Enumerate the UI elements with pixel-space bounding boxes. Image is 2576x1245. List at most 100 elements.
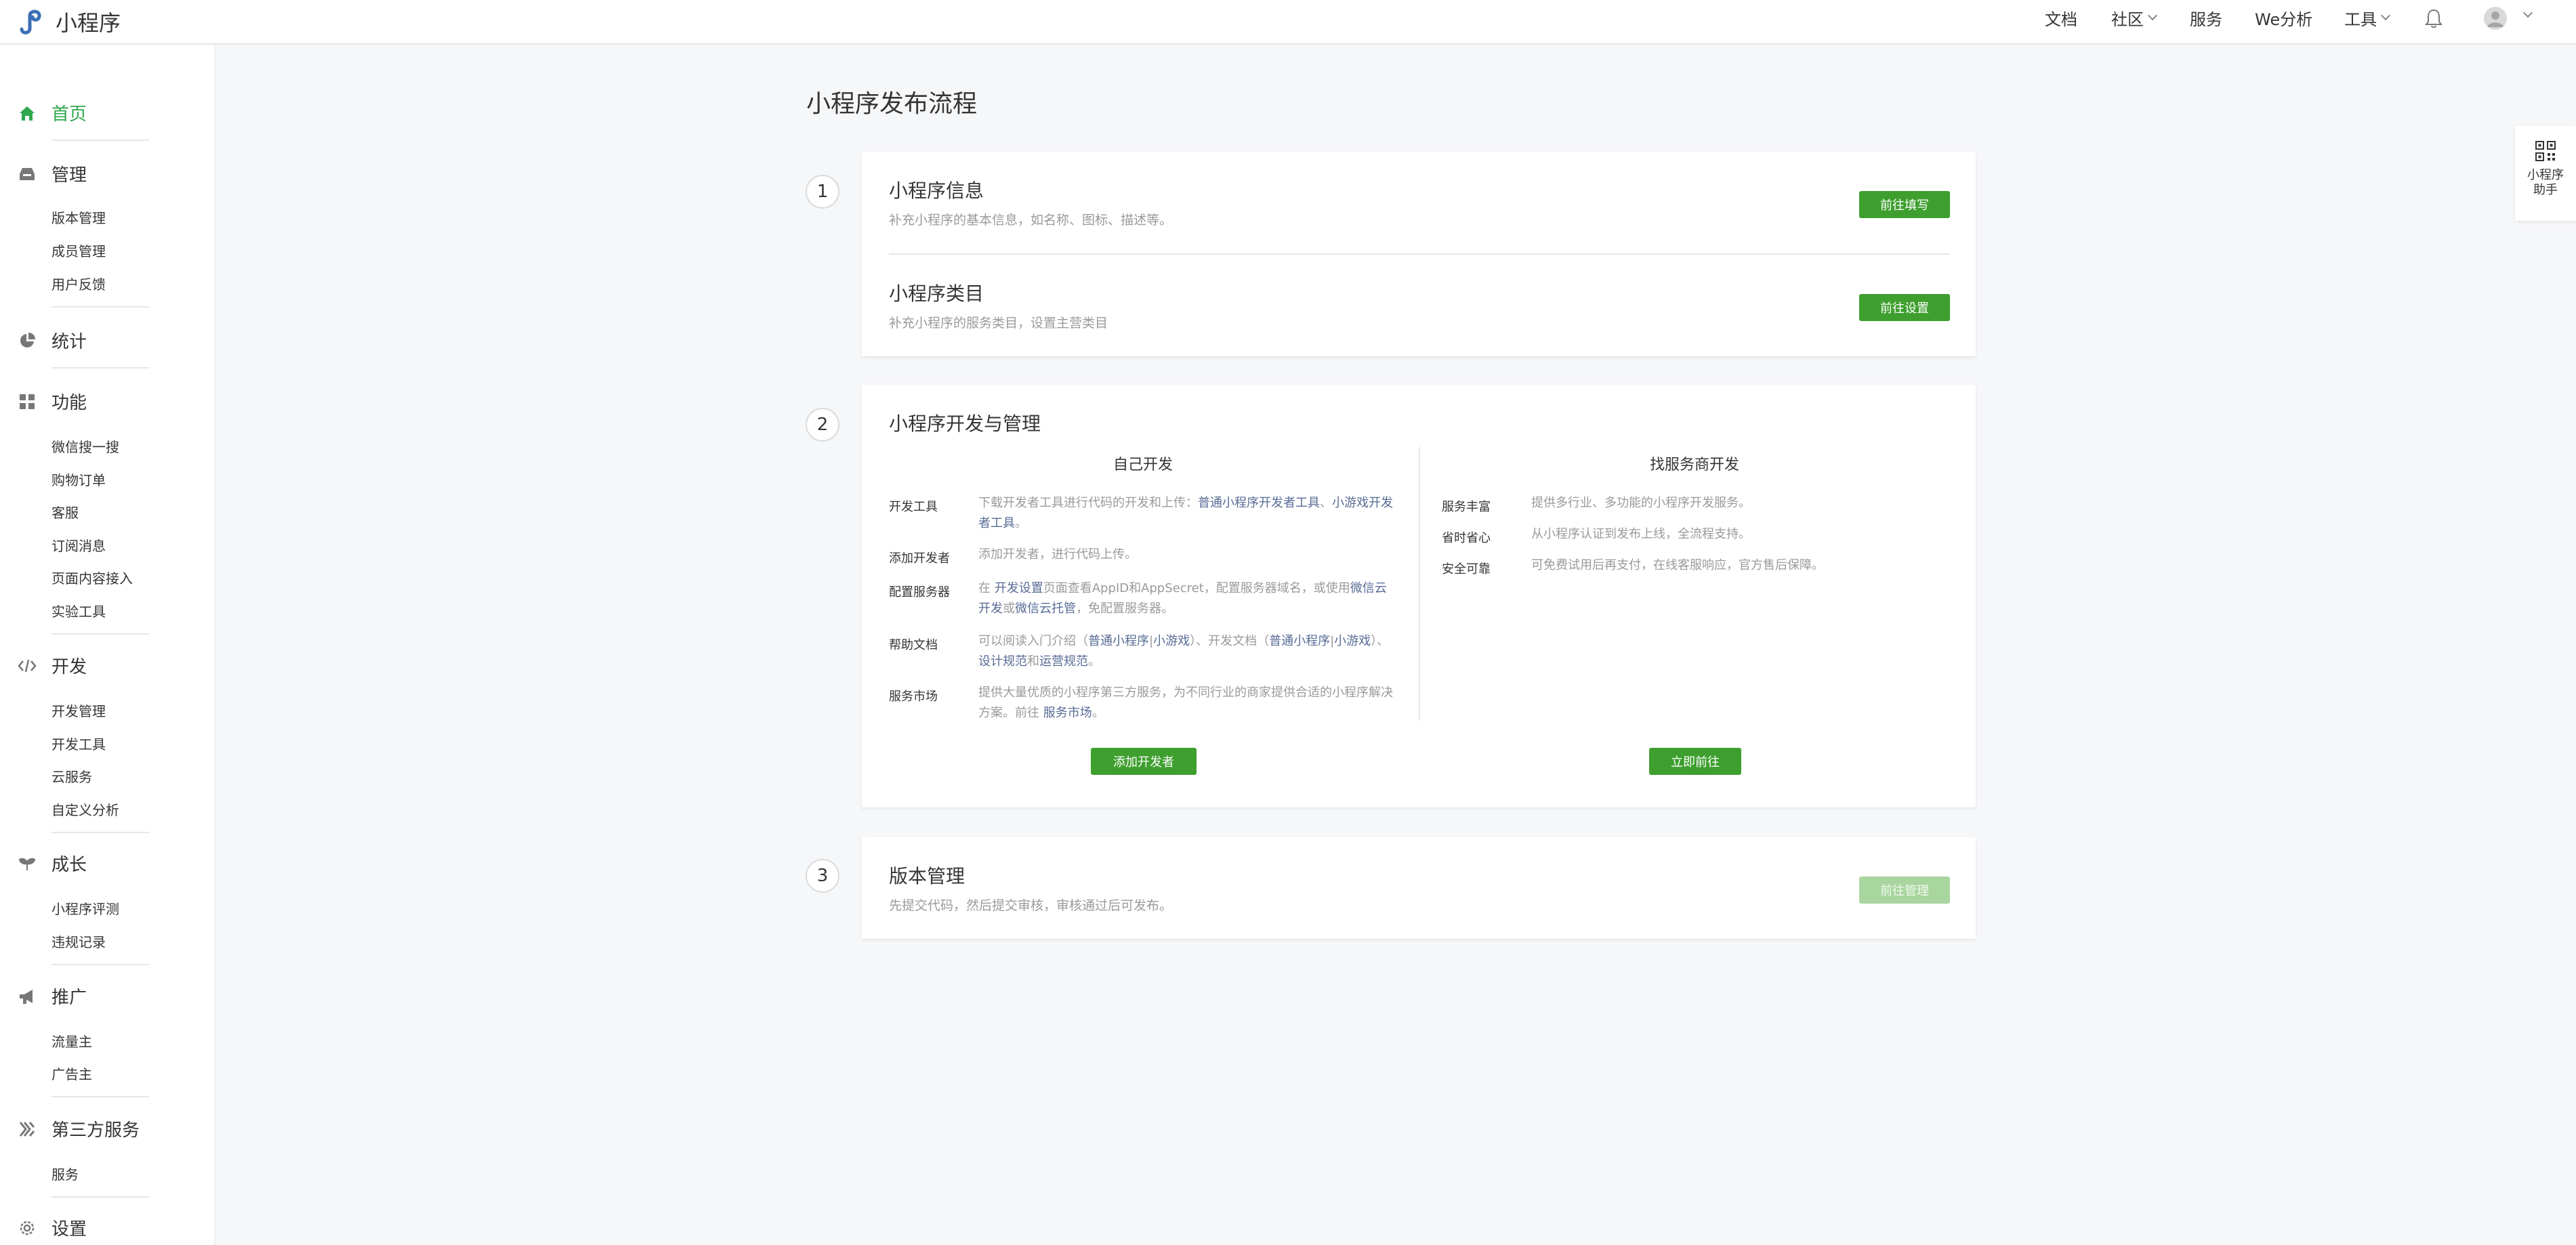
row-text-part: 下载开发者工具进行代码的开发和上传： [978,496,1198,510]
sidebar-subitem-orders[interactable]: 购物订单 [51,469,106,489]
nav-community[interactable]: 社区 [2111,6,2158,30]
sidebar-item-label: 管理 [51,165,87,186]
sidebar-subitem-cloud[interactable]: 云服务 [51,766,92,786]
sidebar-subitem-services[interactable]: 服务 [51,1164,79,1183]
divider [51,832,149,833]
row-label: 服务市场 [889,690,938,704]
sidebar-subitem-experiment[interactable]: 实验工具 [51,601,106,620]
sidebar-subitem-search[interactable]: 微信搜一搜 [51,436,119,456]
divider [51,1096,149,1097]
nav-services[interactable]: 服务 [2190,6,2222,30]
sidebar-subitem-analysis[interactable]: 自定义分析 [51,799,119,819]
link-intro-game[interactable]: 小游戏 [1153,634,1190,648]
sidebar-item-promotion[interactable]: 推广 [18,984,87,1009]
sidebar-item-stats[interactable]: 统计 [18,328,87,353]
link-dev-tools[interactable]: 普通小程序开发者工具 [1198,496,1320,510]
row-label: 配置服务器 [889,585,950,599]
sidebar-subitem-advertiser[interactable]: 广告主 [51,1063,92,1083]
nav-docs[interactable]: 文档 [2045,6,2077,30]
sidebar-item-home[interactable]: 首页 [18,100,87,125]
sidebar-item-label: 开发 [51,657,87,677]
sidebar-item-label: 推广 [51,988,87,1008]
sidebar-subitem-evaluation[interactable]: 小程序评测 [51,898,119,918]
sidebar-subitem-violations[interactable]: 违规记录 [51,931,106,951]
link-design-spec[interactable]: 设计规范 [978,654,1027,669]
nav-services-label: 服务 [2190,9,2222,29]
nav-community-label: 社区 [2111,9,2144,29]
divider [889,253,1950,255]
divider [51,306,149,308]
sidebar-subitem-dev-manage[interactable]: 开发管理 [51,700,106,720]
fill-info-button[interactable]: 前往填写 [1859,191,1950,218]
nav-we-analysis-label: We分析 [2255,9,2313,29]
assistant-label: 小程序助手 [2527,168,2564,197]
bell-icon[interactable] [2424,8,2443,28]
row-text-part: 页面查看AppID和AppSecret，配置服务器域名，或使用 [1043,581,1350,595]
link-docs-mini[interactable]: 普通小程序 [1269,634,1330,648]
sidebar-subitem-version[interactable]: 版本管理 [51,207,106,227]
step-2-card: 小程序开发与管理 自己开发 找服务商开发 开发工具 下载开发者工具进行代码的开发… [862,385,1976,807]
third-party-icon [18,1120,37,1139]
sidebar-item-label: 设置 [51,1219,87,1240]
manage-version-button[interactable]: 前往管理 [1859,877,1950,904]
home-icon [18,104,37,123]
sidebar-item-develop[interactable]: 开发 [18,653,87,678]
inbox-icon [18,165,37,184]
sidebar-subitem-traffic[interactable]: 流量主 [51,1031,92,1051]
link-intro-mini[interactable]: 普通小程序 [1088,634,1149,648]
block-title: 小程序信息 [889,180,984,202]
sprout-icon [18,854,37,873]
row-text-part: ）、开发文档（ [1190,634,1270,648]
brand-name: 小程序 [56,10,121,36]
sidebar-subitem-service[interactable]: 客服 [51,502,79,522]
sidebar-item-growth[interactable]: 成长 [18,851,87,876]
row-label: 添加开发者 [889,551,950,566]
page-title: 小程序发布流程 [806,90,978,118]
chevron-down-icon [2380,10,2391,21]
row-text: 从小程序认证到发布上线，全流程支持。 [1531,527,1751,541]
row-text-part: 和 [1027,654,1039,669]
row-text-part: 。 [1092,706,1104,720]
qr-code-icon [2535,141,2556,161]
link-ops-spec[interactable]: 运营规范 [1039,654,1088,669]
sidebar-subitem-feedback[interactable]: 用户反馈 [51,274,106,293]
row-text-part: 可以阅读入门介绍（ [978,634,1088,648]
step-number: 1 [806,175,839,209]
link-dev-settings[interactable]: 开发设置 [995,581,1043,595]
sidebar-item-label: 功能 [51,393,87,413]
row-text-part: 或 [1003,602,1015,616]
sidebar-subitem-subscribe[interactable]: 订阅消息 [51,535,106,555]
sidebar-item-label: 首页 [51,104,87,125]
sidebar-subitem-members[interactable]: 成员管理 [51,240,106,260]
mini-program-assistant[interactable]: 小程序助手 [2515,126,2576,221]
nav-tools[interactable]: 工具 [2344,6,2391,30]
step-3-card: 版本管理 先提交代码，然后提交审核，审核通过后可发布。 前往管理 [862,837,1976,939]
row-text: 添加开发者，进行代码上传。 [978,547,1137,562]
row-label: 服务丰富 [1442,500,1491,514]
add-developer-button[interactable]: 添加开发者 [1091,748,1197,775]
row-label: 省时省心 [1442,531,1491,545]
sidebar-item-features[interactable]: 功能 [18,389,87,414]
sidebar: 首页 管理 版本管理 成员管理 用户反馈 统计 功能 微信搜一搜 购物订单 客服… [0,45,215,1245]
row-text-part: 。 [1015,516,1027,530]
row-label: 开发工具 [889,500,938,514]
row-text-part: 。 [1088,654,1100,669]
sidebar-item-settings[interactable]: 设置 [18,1215,87,1240]
divider [51,633,149,635]
sidebar-subitem-content[interactable]: 页面内容接入 [51,568,133,587]
nav-we-analysis[interactable]: We分析 [2255,6,2312,30]
chevron-down-icon[interactable] [2522,7,2533,18]
link-service-market[interactable]: 服务市场 [1043,706,1092,720]
link-docs-game[interactable]: 小游戏 [1334,634,1371,648]
divider [51,140,149,141]
row-text: 下载开发者工具进行代码的开发和上传：普通小程序开发者工具、小游戏开发者工具。 [978,493,1398,534]
sidebar-subitem-dev-tools[interactable]: 开发工具 [51,734,106,753]
block-desc: 补充小程序的基本信息，如名称、图标、描述等。 [889,213,1173,228]
sidebar-item-manage[interactable]: 管理 [18,161,87,186]
sidebar-item-third-party[interactable]: 第三方服务 [18,1116,140,1141]
avatar[interactable] [2484,7,2507,30]
link-cloud-hosting[interactable]: 微信云托管 [1015,602,1076,616]
set-category-button[interactable]: 前往设置 [1859,294,1950,321]
go-now-button[interactable]: 立即前往 [1649,748,1741,775]
brand[interactable]: 小程序 [16,4,121,39]
